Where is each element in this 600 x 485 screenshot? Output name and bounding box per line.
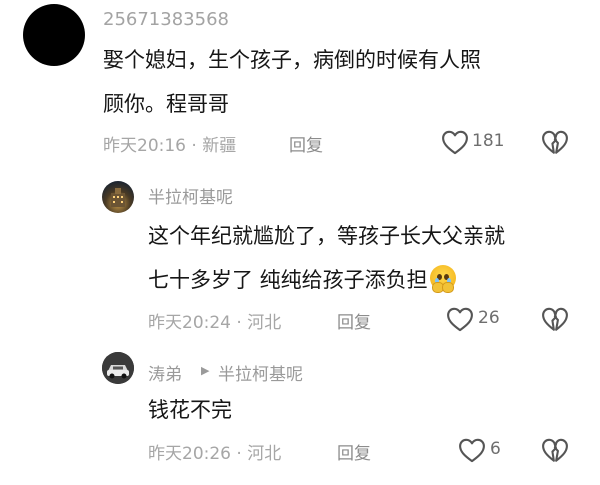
avatar[interactable] [102,181,134,213]
timestamp-location: 昨天20:16 · 新疆 [103,136,237,156]
night-building-icon [111,188,125,207]
comment-text-line-2: 七十多岁了 纯纯给孩子添负担 [148,258,456,302]
heart-outline-icon[interactable] [458,437,486,467]
username[interactable]: 25671383568 [103,9,229,30]
triangle-right-icon: ▶ [201,364,210,377]
car-icon [102,352,134,384]
comment-text-line-2-text: 七十多岁了 纯纯给孩子添负担 [148,268,428,292]
broken-heart-icon[interactable] [541,129,569,159]
reply-button[interactable]: 回复 [337,439,371,464]
reply-button[interactable]: 回复 [289,131,323,156]
comment-text-line-1: 这个年纪就尴尬了，等孩子长大父亲就 [148,224,505,248]
avatar[interactable] [102,352,134,384]
comment-text-line-1: 钱花不完 [148,398,232,422]
comment-text-line-1: 娶个媳妇，生个孩子，病倒的时候有人照 [103,48,481,72]
timestamp-location: 昨天20:24 · 河北 [148,313,282,333]
username[interactable]: 涛弟 [148,360,182,385]
reply-to-username[interactable]: 半拉柯基呢 [218,360,303,385]
broken-heart-icon[interactable] [541,437,569,467]
like-count: 6 [490,439,501,459]
timestamp-location: 昨天20:26 · 河北 [148,444,282,464]
comment-text-line-2: 顾你。程哥哥 [103,92,229,116]
like-count: 26 [478,308,500,328]
heart-outline-icon[interactable] [441,129,469,159]
avatar[interactable] [23,4,85,66]
username[interactable]: 半拉柯基呢 [148,183,233,208]
reply-button[interactable]: 回复 [337,308,371,333]
like-count: 181 [472,131,505,151]
heart-outline-icon[interactable] [446,306,474,336]
pleading-face-emoji [429,265,456,293]
broken-heart-icon[interactable] [541,306,569,336]
